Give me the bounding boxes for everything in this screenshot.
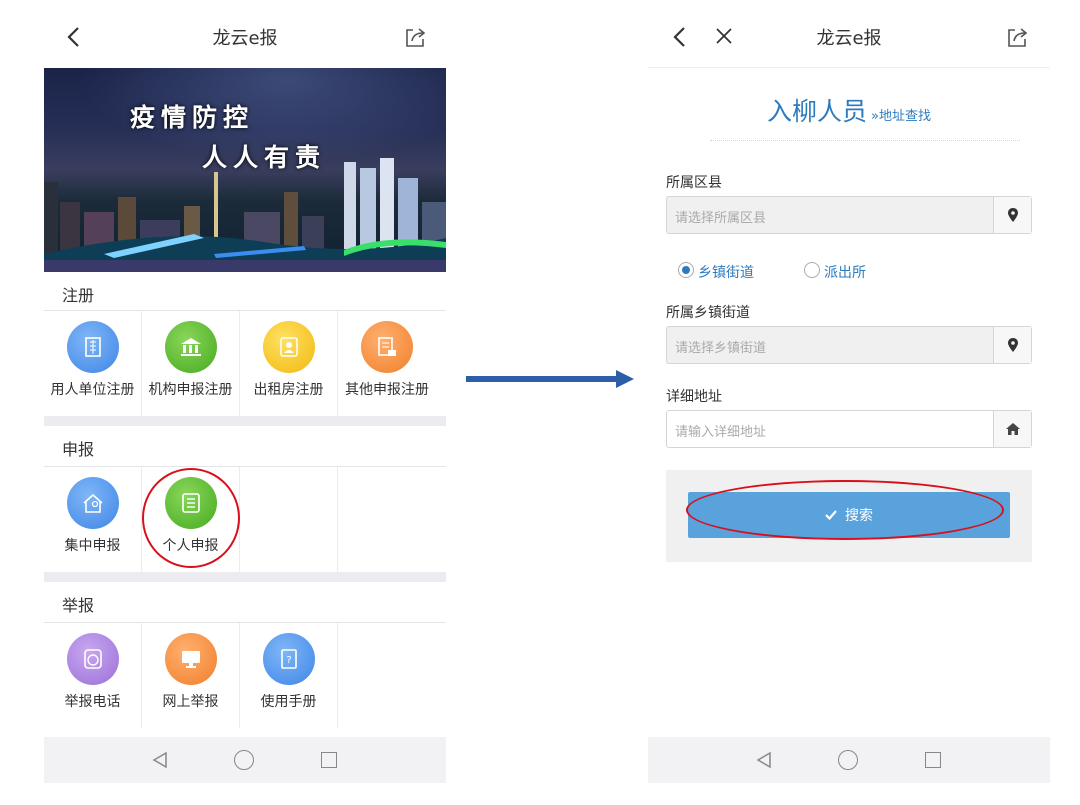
grid-item-group-declare[interactable]: 集中申报 bbox=[44, 467, 142, 572]
nav-home-circle-icon[interactable] bbox=[234, 750, 254, 770]
search-button-label: 搜索 bbox=[845, 508, 873, 524]
section-title-register: 注册 bbox=[62, 286, 95, 305]
manual-book-icon: ? bbox=[262, 633, 315, 685]
grid-empty-cell bbox=[240, 467, 338, 572]
district-label: 所属区县 bbox=[666, 175, 722, 191]
section-title-report: 举报 bbox=[62, 596, 95, 615]
building-icon bbox=[66, 321, 119, 373]
nav-back-triangle-icon[interactable] bbox=[152, 751, 168, 769]
grid-item-label: 举报电话 bbox=[64, 694, 121, 710]
address-placeholder: 请输入详细地址 bbox=[675, 425, 767, 440]
declare-grid: 集中申报 个人申报 bbox=[44, 466, 446, 572]
heading-divider bbox=[710, 140, 1020, 141]
street-select[interactable]: 请选择乡镇街道 bbox=[666, 326, 1032, 364]
epidemic-banner[interactable]: 疫情防控 人人有责 bbox=[44, 68, 446, 272]
android-nav-bar bbox=[44, 737, 446, 783]
left-top-bar: 龙云e报 bbox=[44, 0, 446, 68]
radio-street-label[interactable]: 乡镇街道 bbox=[698, 262, 754, 282]
register-grid: 用人单位注册 机构申报注册 出租房注册 其他申报注册 bbox=[44, 310, 446, 416]
left-phone-screen: 龙云e报 疫情防控 人人有责 注册 用人单位注册 机构申报注册 出租房注册 其他… bbox=[44, 0, 446, 785]
heading-title: 入柳人员 bbox=[767, 97, 868, 126]
nav-back-triangle-icon[interactable] bbox=[756, 751, 772, 769]
location-pin-icon[interactable] bbox=[993, 197, 1031, 233]
grid-empty-cell bbox=[338, 467, 436, 572]
share-icon[interactable] bbox=[404, 26, 428, 48]
grid-item-personal-declare[interactable]: 个人申报 bbox=[142, 467, 240, 572]
grid-item-report-phone[interactable]: 举报电话 bbox=[44, 623, 142, 728]
report-phone-icon bbox=[66, 633, 119, 685]
svg-text:?: ? bbox=[286, 655, 291, 666]
report-grid: 举报电话 网上举报 ? 使用手册 bbox=[44, 622, 446, 728]
grid-item-label: 出租房注册 bbox=[253, 382, 324, 398]
address-input[interactable]: 请输入详细地址 bbox=[666, 410, 1032, 448]
grid-item-label: 个人申报 bbox=[162, 538, 219, 554]
form-list-icon bbox=[164, 477, 217, 529]
id-card-icon bbox=[262, 321, 315, 373]
right-phone-screen: 龙云e报 入柳人员 »地址查找 所属区县 请选择所属区县 乡镇街道 派出所 所属乡… bbox=[648, 0, 1050, 785]
right-top-bar: 龙云e报 bbox=[648, 0, 1050, 68]
android-nav-bar bbox=[648, 737, 1050, 783]
grid-item-rental-register[interactable]: 出租房注册 bbox=[240, 311, 338, 416]
section-title-declare: 申报 bbox=[62, 440, 95, 459]
address-label: 详细地址 bbox=[666, 389, 722, 405]
heading-subtitle: »地址查找 bbox=[871, 109, 931, 124]
page-title: 龙云e报 bbox=[212, 28, 278, 49]
grid-item-label: 机构申报注册 bbox=[148, 382, 233, 398]
form-heading: 入柳人员 »地址查找 bbox=[648, 92, 1050, 128]
grid-item-other-register[interactable]: 其他申报注册 bbox=[338, 311, 436, 416]
grid-item-label: 集中申报 bbox=[64, 538, 121, 554]
search-panel: 搜索 bbox=[666, 470, 1032, 562]
house-person-icon bbox=[66, 477, 119, 529]
grid-item-employer-register[interactable]: 用人单位注册 bbox=[44, 311, 142, 416]
street-label: 所属乡镇街道 bbox=[666, 305, 750, 321]
grid-item-label: 使用手册 bbox=[260, 694, 317, 710]
search-button[interactable]: 搜索 bbox=[688, 492, 1010, 538]
section-divider bbox=[44, 572, 446, 582]
nav-home-circle-icon[interactable] bbox=[838, 750, 858, 770]
banner-text-line1: 疫情防控 bbox=[130, 103, 255, 132]
check-icon bbox=[825, 510, 837, 520]
nav-recent-square-icon[interactable] bbox=[925, 752, 941, 768]
page-title: 龙云e报 bbox=[816, 28, 882, 49]
home-icon[interactable] bbox=[993, 411, 1031, 447]
banner-text-line2: 人人有责 bbox=[202, 143, 327, 172]
share-icon[interactable] bbox=[1006, 26, 1030, 48]
radio-police-station-label[interactable]: 派出所 bbox=[824, 262, 866, 282]
grid-item-user-manual[interactable]: ? 使用手册 bbox=[240, 623, 338, 728]
monitor-icon bbox=[164, 633, 217, 685]
street-placeholder: 请选择乡镇街道 bbox=[675, 341, 767, 356]
grid-item-label: 用人单位注册 bbox=[50, 382, 135, 398]
section-divider bbox=[44, 416, 446, 426]
institution-icon bbox=[164, 321, 217, 373]
grid-empty-cell bbox=[338, 623, 436, 728]
grid-item-label: 其他申报注册 bbox=[345, 382, 429, 398]
radio-street[interactable] bbox=[678, 262, 694, 278]
grid-item-online-report[interactable]: 网上举报 bbox=[142, 623, 240, 728]
nav-recent-square-icon[interactable] bbox=[321, 752, 337, 768]
location-pin-icon[interactable] bbox=[993, 327, 1031, 363]
grid-item-institution-register[interactable]: 机构申报注册 bbox=[142, 311, 240, 416]
district-placeholder: 请选择所属区县 bbox=[675, 211, 767, 226]
grid-item-label: 网上举报 bbox=[162, 694, 219, 710]
document-edit-icon bbox=[361, 321, 413, 373]
radio-police-station[interactable] bbox=[804, 262, 820, 278]
district-select[interactable]: 请选择所属区县 bbox=[666, 196, 1032, 234]
transition-arrow-icon bbox=[466, 370, 634, 388]
